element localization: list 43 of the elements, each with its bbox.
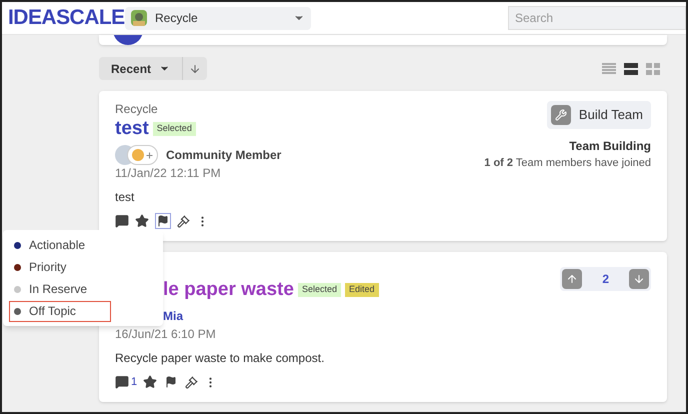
card-view-icon[interactable] [624, 62, 638, 74]
flag-icon[interactable] [155, 213, 171, 229]
build-team-button[interactable]: Build Team [546, 101, 651, 129]
arrow-up-icon [566, 273, 578, 285]
team-status: 1 of 2 Team members have joined [484, 156, 651, 171]
search-field[interactable]: Search [508, 6, 686, 30]
arrow-down-icon [633, 273, 645, 285]
gavel-icon[interactable] [185, 376, 198, 388]
status-tag: Selected [152, 122, 196, 136]
campaign-label: Recycle [115, 101, 159, 117]
idea-description: test [115, 189, 136, 205]
comment-icon[interactable] [115, 214, 129, 228]
idea-title[interactable]: le paper waste [163, 278, 294, 302]
author-name[interactable]: Mia [163, 307, 184, 325]
community-dropdown[interactable]: Recycle [125, 6, 311, 30]
comment-icon[interactable] [115, 375, 129, 389]
team-heading: Team Building [569, 138, 651, 155]
status-tag: Selected [298, 283, 341, 297]
star-icon[interactable] [143, 375, 158, 389]
idea-title[interactable]: test [115, 117, 149, 141]
vote-count: 2 [602, 271, 609, 288]
star-icon[interactable] [135, 214, 149, 228]
flag-label: Actionable [29, 237, 86, 254]
upvote-button[interactable] [562, 269, 582, 289]
flag-label: Priority [29, 259, 66, 276]
downvote-button[interactable] [629, 269, 649, 289]
flag-menu-item[interactable]: In Reserve [9, 278, 157, 300]
status-tag: Edited [344, 283, 379, 297]
flag-menu-item[interactable]: Actionable [9, 234, 157, 256]
arrow-down-icon [189, 62, 202, 74]
author-name[interactable]: Community Member [166, 146, 282, 164]
post-date: 16/Jun/21 6:10 PM [115, 326, 217, 342]
flag-label: Off Topic [29, 303, 76, 320]
flag-menu-item[interactable]: Off Topic [9, 300, 111, 322]
wrench-icon [550, 105, 571, 125]
flag-label: In Reserve [29, 281, 88, 298]
flag-menu-item[interactable]: Priority [9, 256, 157, 278]
logo[interactable]: IDEASCALE [8, 2, 125, 34]
post-date: 11/Jan/22 12:11 PM [115, 165, 222, 181]
idea-description: Recycle paper waste to make compost. [115, 350, 326, 366]
community-name: Recycle [155, 10, 199, 27]
gavel-icon[interactable] [177, 214, 190, 228]
comment-count[interactable]: 1 [131, 374, 138, 390]
